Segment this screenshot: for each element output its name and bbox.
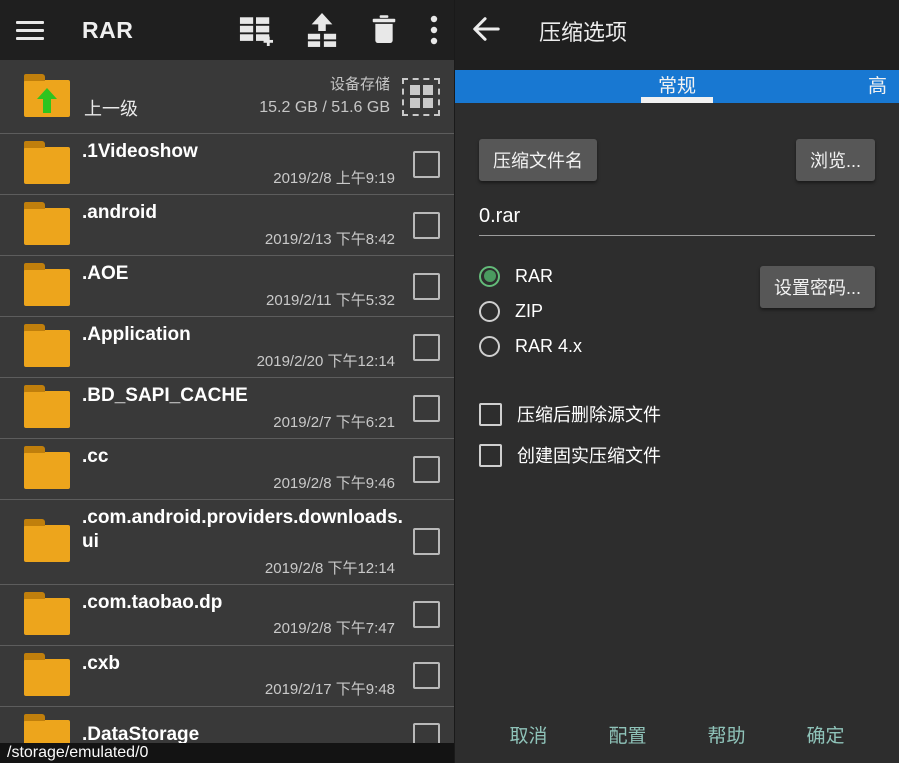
file-name: .cxb: [82, 652, 405, 676]
folder-icon: [24, 391, 70, 428]
archive-options-group: 压缩后删除源文件 创建固实压缩文件: [479, 401, 875, 483]
radio-icon[interactable]: [479, 336, 500, 357]
file-row[interactable]: .com.taobao.dp 2019/2/8 下午7:47: [0, 585, 454, 646]
file-date: 2019/2/20 下午12:14: [82, 350, 405, 371]
folder-icon: [24, 147, 70, 184]
rar-app-window: RAR: [0, 0, 899, 763]
radio-selected-icon[interactable]: [479, 266, 500, 287]
storage-value: 15.2 GB / 51.6 GB: [259, 96, 390, 119]
file-browser-pane: RAR: [0, 0, 455, 763]
file-checkbox[interactable]: [413, 273, 440, 300]
file-checkbox[interactable]: [413, 334, 440, 361]
folder-icon: [24, 525, 70, 562]
checkbox-icon[interactable]: [479, 444, 502, 467]
file-row[interactable]: .1Videoshow 2019/2/8 上午9:19: [0, 134, 454, 195]
folder-up-icon: [24, 80, 70, 117]
archive-name-value: 0.rar: [479, 205, 875, 228]
archive-name-label-button[interactable]: 压缩文件名: [479, 139, 597, 181]
dialog-footer: 取消 配置 帮助 确定: [479, 705, 875, 763]
storage-info: 设备存储 15.2 GB / 51.6 GB: [259, 74, 390, 119]
file-checkbox[interactable]: [413, 456, 440, 483]
folder-icon: [24, 452, 70, 489]
dialog-title: 压缩选项: [539, 15, 627, 47]
add-archive-icon[interactable]: [239, 15, 273, 46]
file-date: 2019/2/8 下午9:46: [82, 472, 405, 493]
extract-icon[interactable]: [306, 13, 338, 47]
file-date: 2019/2/7 下午6:21: [82, 411, 405, 432]
help-button[interactable]: 帮助: [697, 715, 755, 754]
cancel-button[interactable]: 取消: [499, 715, 557, 754]
tab-advanced[interactable]: 高级: [868, 70, 899, 103]
delete-icon[interactable]: [371, 14, 397, 46]
file-checkbox[interactable]: [413, 662, 440, 689]
tab-bar: 常规 高级: [455, 70, 899, 103]
option-delete-source[interactable]: 压缩后删除源文件: [479, 401, 875, 427]
ok-button[interactable]: 确定: [796, 715, 854, 754]
multi-select-icon[interactable]: [402, 78, 440, 116]
file-row[interactable]: .AOE 2019/2/11 下午5:32: [0, 256, 454, 317]
parent-directory-row[interactable]: 上一级 设备存储 15.2 GB / 51.6 GB: [0, 60, 454, 134]
file-row[interactable]: .Application 2019/2/20 下午12:14: [0, 317, 454, 378]
file-name: .com.android.providers.downloads.ui: [82, 506, 405, 554]
file-checkbox[interactable]: [413, 601, 440, 628]
file-date: 2019/2/8 下午12:14: [82, 557, 405, 578]
file-checkbox[interactable]: [413, 212, 440, 239]
storage-label: 设备存储: [259, 74, 390, 96]
file-checkbox[interactable]: [413, 151, 440, 178]
file-date: 2019/2/11 下午5:32: [82, 289, 405, 310]
file-checkbox[interactable]: [413, 528, 440, 555]
file-row[interactable]: .android 2019/2/13 下午8:42: [0, 195, 454, 256]
checkbox-icon[interactable]: [479, 403, 502, 426]
general-tab-content: 压缩文件名 浏览... 0.rar RAR ZIP RAR 4.x: [455, 103, 899, 763]
file-name: .BD_SAPI_CACHE: [82, 384, 405, 408]
app-title: RAR: [82, 17, 133, 44]
folder-icon: [24, 598, 70, 635]
archive-name-input[interactable]: 0.rar: [479, 205, 875, 236]
folder-icon: [24, 330, 70, 367]
parent-directory-label: 上一级: [84, 95, 138, 121]
file-name: .com.taobao.dp: [82, 591, 405, 615]
radio-icon[interactable]: [479, 301, 500, 322]
left-toolbar: RAR: [0, 0, 454, 60]
file-row[interactable]: .cxb 2019/2/17 下午9:48: [0, 646, 454, 707]
file-name: .AOE: [82, 262, 405, 286]
file-name: .Application: [82, 323, 405, 347]
right-toolbar: 压缩选项: [455, 0, 899, 70]
current-path-bar: /storage/emulated/0: [0, 743, 455, 763]
profiles-button[interactable]: 配置: [598, 715, 656, 754]
file-list: 上一级 设备存储 15.2 GB / 51.6 GB .1Videoshow 2…: [0, 60, 454, 763]
back-icon[interactable]: [471, 15, 501, 48]
file-date: 2019/2/8 下午7:47: [82, 617, 405, 638]
file-date: 2019/2/17 下午9:48: [82, 678, 405, 699]
format-option-rar4[interactable]: RAR 4.x: [479, 334, 875, 358]
file-row[interactable]: .com.android.providers.downloads.ui 2019…: [0, 500, 454, 585]
file-checkbox[interactable]: [413, 395, 440, 422]
file-name: .1Videoshow: [82, 140, 405, 164]
compression-options-pane: 压缩选项 常规 高级 压缩文件名 浏览... 0.rar RAR: [455, 0, 899, 763]
folder-icon: [24, 208, 70, 245]
more-options-icon[interactable]: [430, 15, 438, 45]
file-date: 2019/2/8 上午9:19: [82, 167, 405, 188]
archive-format-group: RAR ZIP RAR 4.x 设置密码...: [479, 264, 875, 369]
file-name: .android: [82, 201, 405, 225]
browse-button[interactable]: 浏览...: [796, 139, 875, 181]
file-row[interactable]: .BD_SAPI_CACHE 2019/2/7 下午6:21: [0, 378, 454, 439]
folder-icon: [24, 659, 70, 696]
file-row[interactable]: .cc 2019/2/8 下午9:46: [0, 439, 454, 500]
menu-icon[interactable]: [16, 21, 44, 40]
set-password-button[interactable]: 设置密码...: [760, 266, 875, 308]
file-name: .cc: [82, 445, 405, 469]
file-date: 2019/2/13 下午8:42: [82, 228, 405, 249]
folder-icon: [24, 269, 70, 306]
option-solid-archive[interactable]: 创建固实压缩文件: [479, 442, 875, 468]
